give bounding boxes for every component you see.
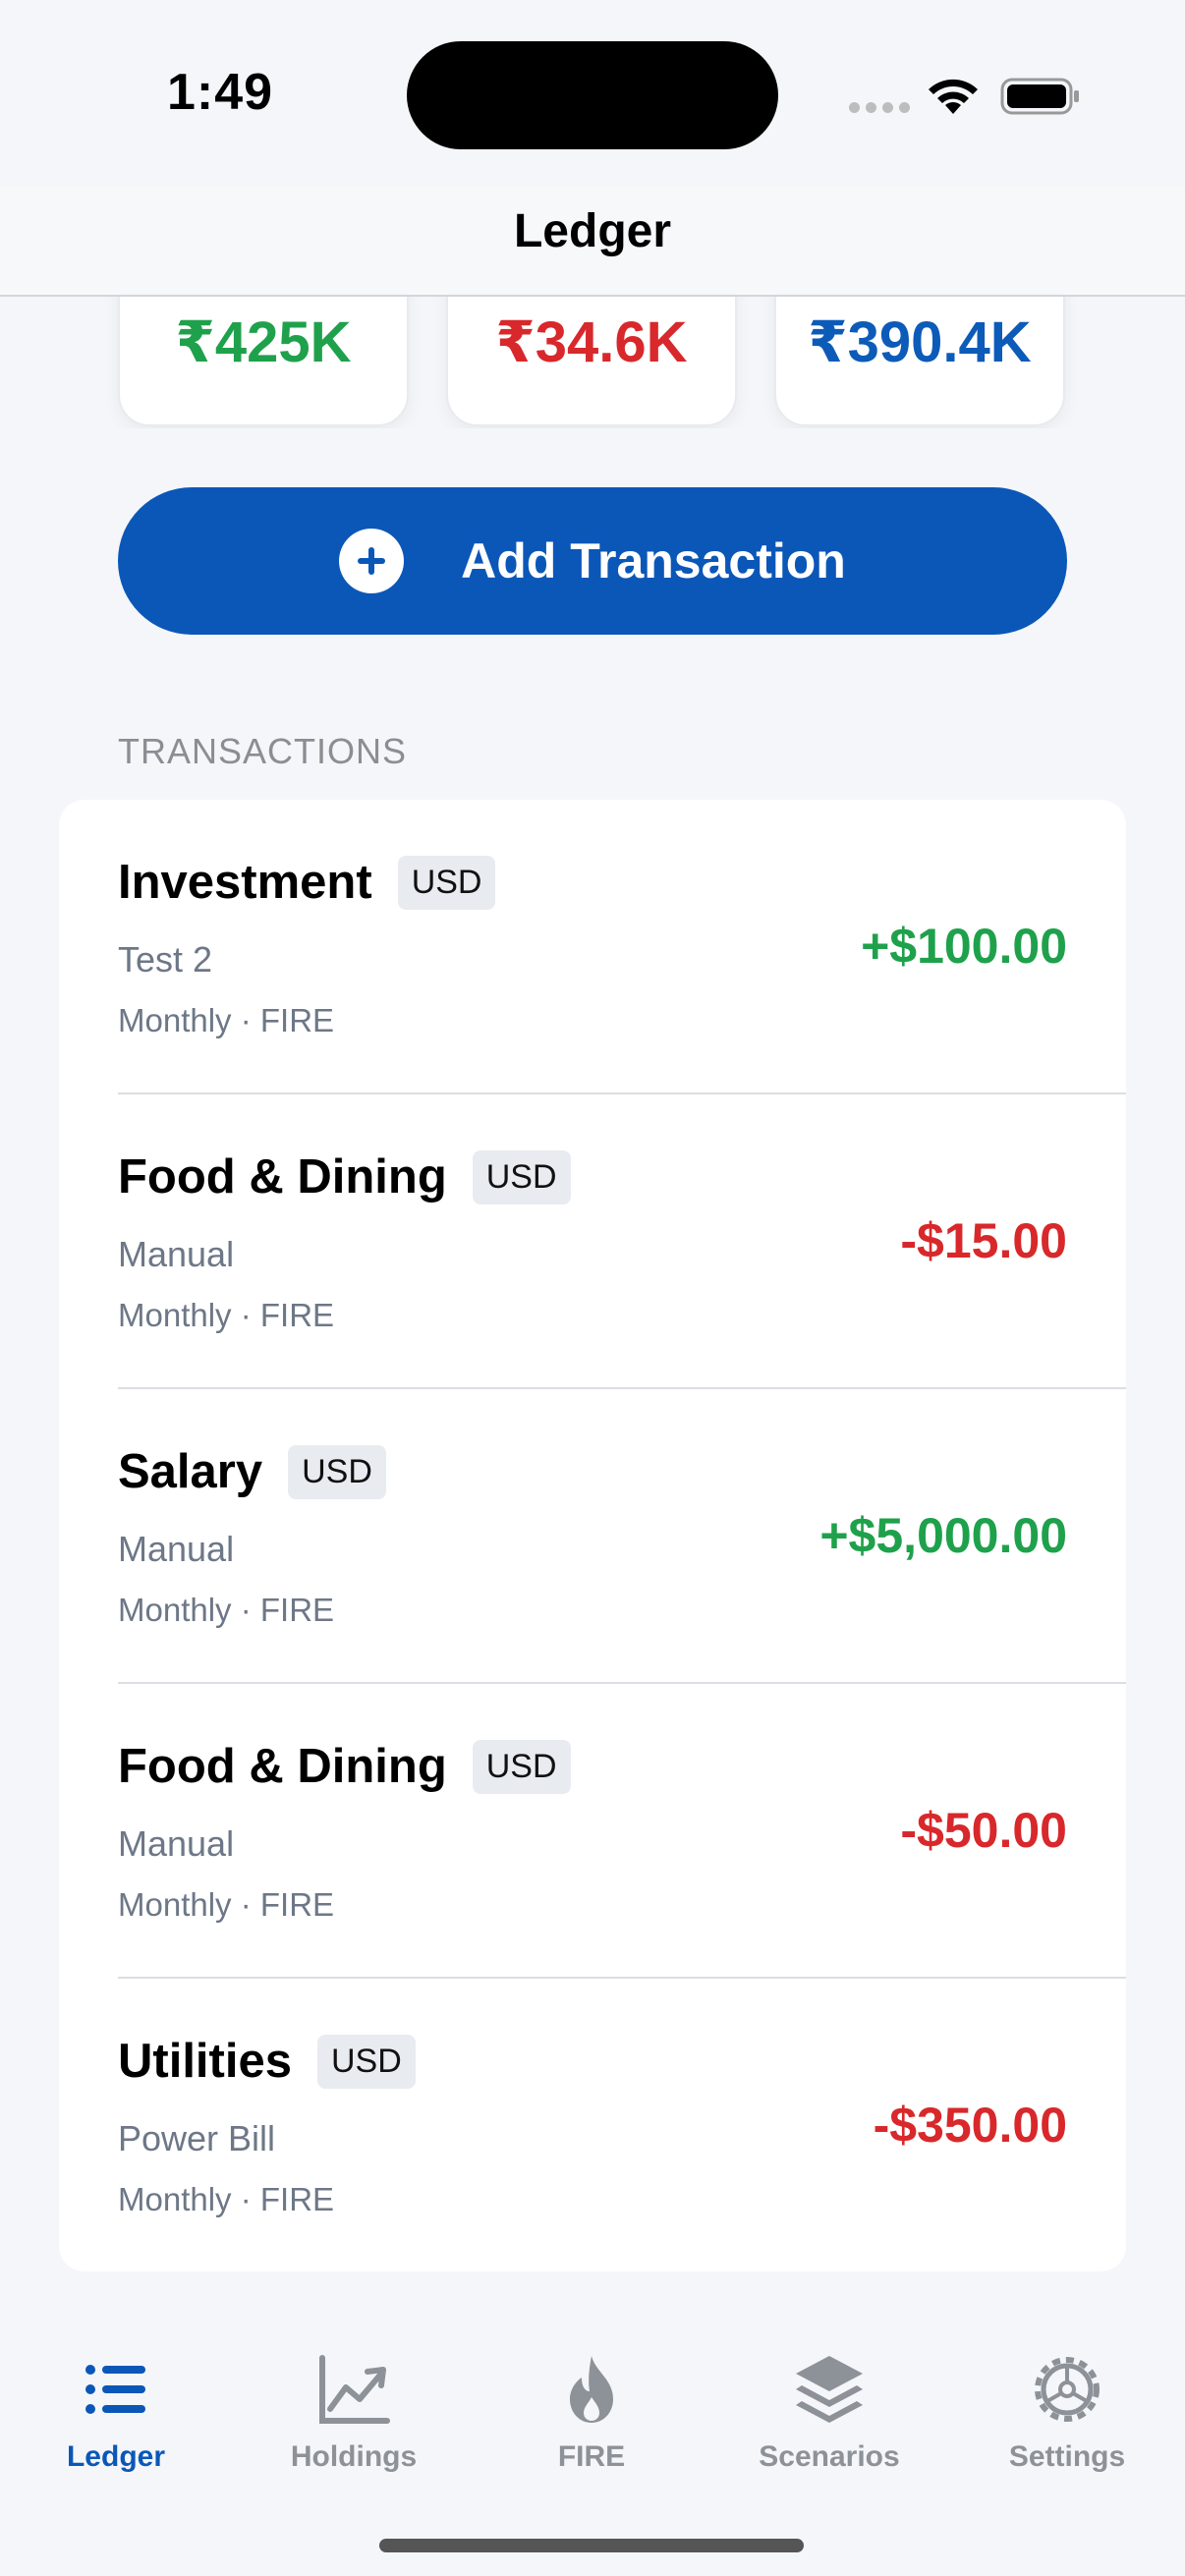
tab-label: Ledger	[66, 2440, 166, 2473]
page-title: Ledger	[513, 205, 672, 257]
transaction-amount: +$5,000.00	[819, 1508, 1067, 1563]
battery-icon	[1000, 78, 1079, 115]
transaction-row[interactable]: Salary USD Manual Monthly · FIRE +$5,000…	[59, 1389, 1126, 1684]
transaction-row[interactable]: Food & Dining USD Manual Monthly · FIRE …	[59, 1684, 1126, 1979]
transaction-frequency: Monthly · FIRE	[118, 2181, 335, 2217]
transaction-category: Food & Dining	[118, 1150, 447, 1204]
summary-card-expenses[interactable]: ₹34.6K	[446, 297, 737, 426]
transaction-note: Manual	[118, 1823, 235, 1864]
layers-icon	[796, 2356, 863, 2423]
tab-label: Scenarios	[759, 2440, 900, 2473]
transaction-row[interactable]: Investment USD Test 2 Monthly · FIRE +$1…	[59, 800, 1126, 1094]
currency-badge: USD	[316, 2034, 416, 2089]
add-transaction-label: Add Transaction	[461, 533, 846, 588]
home-indicator[interactable]	[379, 2539, 804, 2552]
transaction-frequency: Monthly · FIRE	[118, 1886, 335, 1923]
status-time: 1:49	[167, 64, 274, 121]
navigation-bar: Ledger	[0, 187, 1185, 297]
transaction-frequency: Monthly · FIRE	[118, 1297, 335, 1333]
transaction-frequency: Monthly · FIRE	[118, 1002, 335, 1038]
tab-label: Settings	[1008, 2440, 1126, 2473]
tab-bar: Ledger Holdings FIRE Scenarios Settings	[0, 2301, 1185, 2576]
chart-icon	[319, 2355, 390, 2424]
transaction-category: Utilities	[118, 2035, 292, 2088]
currency-badge: USD	[397, 855, 496, 910]
summary-cards: ₹425K ₹34.6K ₹390.4K	[0, 297, 1185, 428]
tab-label: FIRE	[557, 2440, 626, 2473]
transaction-category: Salary	[118, 1445, 263, 1498]
transaction-row[interactable]: Utilities USD Power Bill Monthly · FIRE …	[59, 1979, 1126, 2271]
transaction-note: Test 2	[118, 939, 213, 980]
transaction-note: Manual	[118, 1234, 235, 1274]
transaction-row[interactable]: Food & Dining USD Manual Monthly · FIRE …	[59, 1094, 1126, 1389]
tab-scenarios[interactable]: Scenarios	[721, 2350, 937, 2474]
status-bar: 1:49	[0, 0, 1185, 187]
transactions-list: Investment USD Test 2 Monthly · FIRE +$1…	[59, 800, 1126, 2271]
summary-card-income[interactable]: ₹425K	[118, 297, 409, 426]
list-icon	[85, 2365, 145, 2414]
transaction-frequency: Monthly · FIRE	[118, 1592, 335, 1628]
tab-settings[interactable]: Settings	[959, 2350, 1175, 2474]
section-header-transactions: TRANSACTIONS	[118, 731, 408, 771]
plus-circle-icon	[339, 529, 405, 593]
tab-ledger[interactable]: Ledger	[8, 2350, 224, 2474]
transaction-category: Food & Dining	[118, 1740, 447, 1793]
add-transaction-button[interactable]: Add Transaction	[118, 487, 1067, 635]
cellular-signal-icon	[849, 102, 910, 113]
summary-income-value: ₹425K	[175, 310, 352, 374]
tab-holdings[interactable]: Holdings	[246, 2350, 462, 2474]
currency-badge: USD	[472, 1149, 571, 1204]
summary-net-value: ₹390.4K	[808, 310, 1032, 374]
transaction-amount: -$350.00	[873, 2098, 1067, 2153]
gear-icon	[1035, 2357, 1100, 2422]
summary-card-net[interactable]: ₹390.4K	[774, 297, 1065, 426]
summary-expenses-value: ₹34.6K	[495, 310, 688, 374]
transaction-category: Investment	[118, 856, 372, 909]
flame-icon	[570, 2356, 613, 2423]
currency-badge: USD	[288, 1444, 386, 1499]
transaction-amount: +$100.00	[861, 919, 1067, 974]
tab-fire[interactable]: FIRE	[483, 2350, 700, 2474]
dynamic-island	[407, 41, 778, 149]
transaction-amount: -$15.00	[900, 1213, 1067, 1268]
transaction-note: Power Bill	[118, 2118, 276, 2158]
wifi-icon	[929, 79, 978, 114]
transaction-amount: -$50.00	[900, 1803, 1067, 1858]
screen: 1:49 Ledger ₹425K ₹34.6K ₹390.4K Add Tra…	[0, 0, 1185, 2576]
tab-label: Holdings	[290, 2440, 418, 2473]
currency-badge: USD	[472, 1739, 571, 1794]
transaction-note: Manual	[118, 1529, 235, 1569]
